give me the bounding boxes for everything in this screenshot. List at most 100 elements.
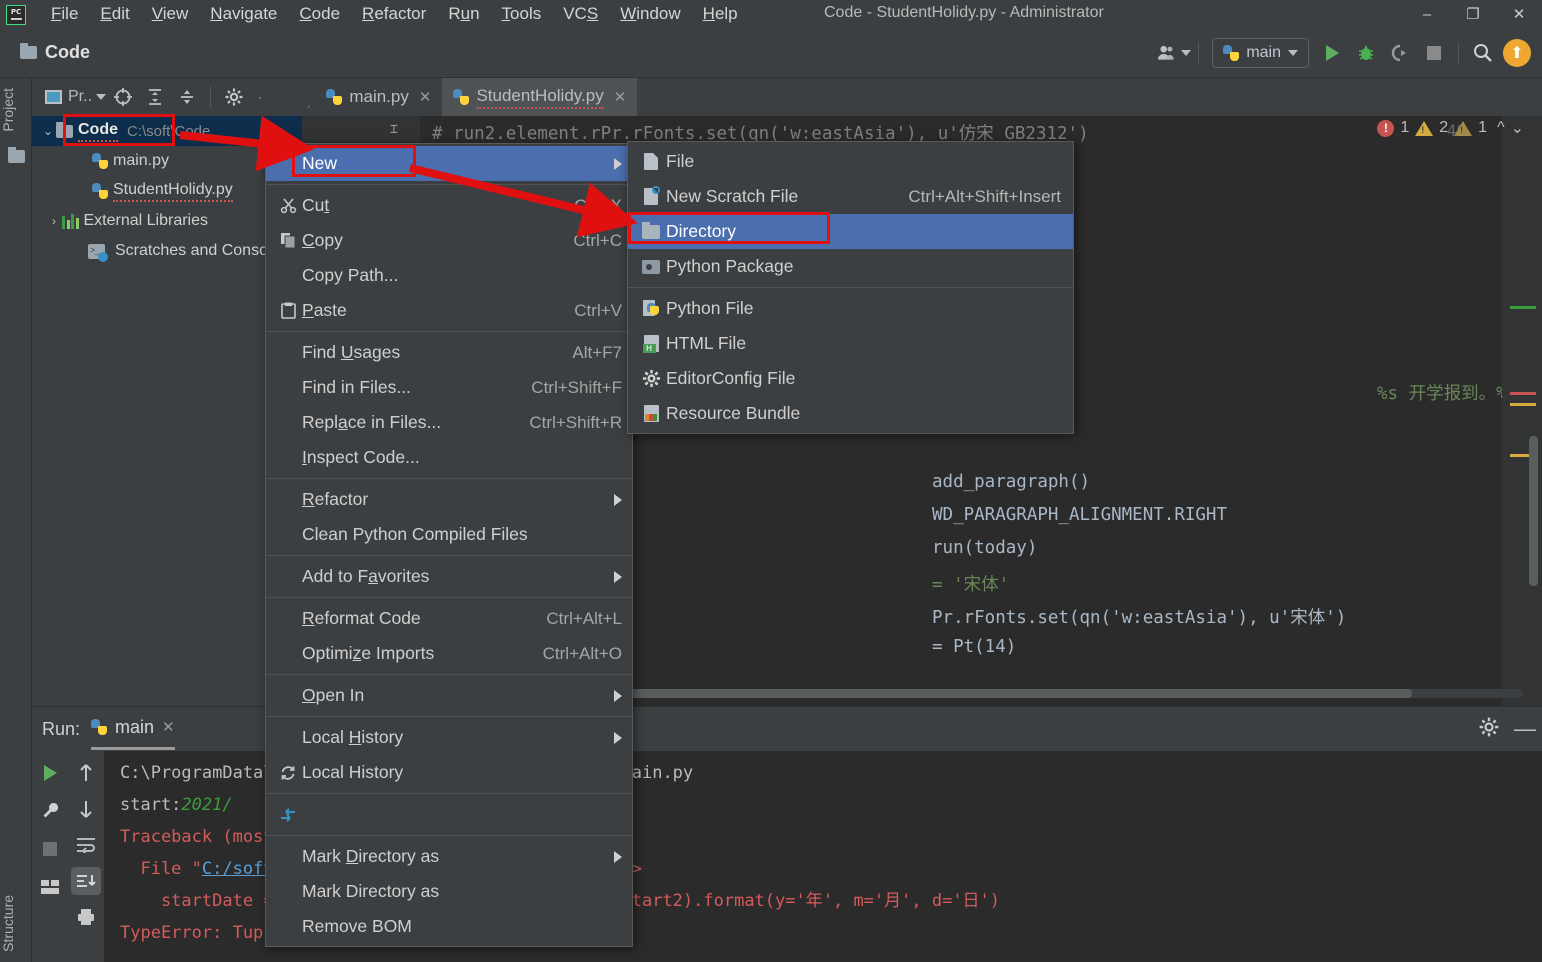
context-menu-item-paste[interactable]: Paste Ctrl+V xyxy=(266,293,632,328)
next-problem-icon[interactable]: ⌄ xyxy=(1511,118,1524,138)
menu-code[interactable]: Code xyxy=(288,2,351,26)
submenu-item-python-package[interactable]: Python Package xyxy=(628,249,1073,284)
context-menu-item-copy-path[interactable]: Copy Path... xyxy=(266,258,632,293)
tree-item-scratches-and-consoles[interactable]: >_ Scratches and Consoles xyxy=(32,236,302,266)
gear-icon[interactable] xyxy=(219,83,249,111)
chevron-right-icon[interactable]: › xyxy=(46,214,62,228)
submenu-label: Python Package xyxy=(666,256,794,276)
tool-window-project[interactable]: Project xyxy=(0,82,32,138)
close-icon[interactable]: ✕ xyxy=(419,88,432,106)
scratches-icon: >_ xyxy=(88,243,108,262)
menu-edit[interactable]: Edit xyxy=(89,2,140,26)
hide-panel-icon[interactable]: — xyxy=(1514,716,1536,742)
layout-icon[interactable] xyxy=(35,873,65,901)
arrow-up-icon[interactable] xyxy=(71,759,101,787)
soft-wrap-icon[interactable] xyxy=(71,831,101,859)
project-view-icon[interactable] xyxy=(38,83,68,111)
context-menu-item-cut[interactable]: Cut Ctrl+X xyxy=(266,188,632,223)
stop-icon[interactable] xyxy=(35,835,65,863)
run-button[interactable] xyxy=(1315,36,1349,70)
tree-item-code[interactable]: ⌄ Code C:\soft\Code xyxy=(32,116,302,146)
tab-main-py[interactable]: main.py ✕ xyxy=(315,78,442,116)
folder-icon xyxy=(20,43,37,59)
fold-marker-icon[interactable]: ⌶ xyxy=(390,122,398,137)
context-menu-label: Remove BOM xyxy=(302,916,412,936)
submenu-item-html-file[interactable]: HTML File xyxy=(628,326,1073,361)
submenu-item-new-scratch-file[interactable]: New Scratch File Ctrl+Alt+Shift+Insert xyxy=(628,179,1073,214)
close-icon[interactable]: ✕ xyxy=(162,718,175,736)
coverage-button[interactable] xyxy=(1383,36,1417,70)
editor-vertical-scrollbar[interactable] xyxy=(1529,436,1538,586)
stop-button[interactable] xyxy=(1417,36,1451,70)
submenu-item-directory[interactable]: Directory xyxy=(628,214,1073,249)
submenu-label: New Scratch File xyxy=(666,186,799,206)
run-configuration-selector[interactable]: main xyxy=(1212,38,1309,68)
context-menu-item-reload-from-disk[interactable]: Local History xyxy=(266,755,632,790)
submenu-arrow-icon xyxy=(614,850,622,863)
context-menu-item-find-in-files[interactable]: Find in Files... Ctrl+Shift+F xyxy=(266,370,632,405)
submenu-item-resource-bundle[interactable]: Resource Bundle xyxy=(628,396,1073,431)
submenu-item-python-file[interactable]: Python File xyxy=(628,291,1073,326)
context-menu-item-local-history[interactable]: Local History xyxy=(266,720,632,755)
people-icon[interactable] xyxy=(1157,36,1192,70)
scroll-from-source-icon[interactable] xyxy=(108,83,138,111)
expand-all-icon[interactable] xyxy=(140,83,170,111)
scroll-to-end-icon[interactable] xyxy=(71,867,101,895)
context-menu-item-find-usages[interactable]: Find Usages Alt+F7 xyxy=(266,335,632,370)
arrow-down-icon[interactable] xyxy=(71,795,101,823)
gear-icon[interactable] xyxy=(1478,716,1500,743)
update-button[interactable]: ⬆ xyxy=(1500,36,1534,70)
menu-help[interactable]: Help xyxy=(692,2,749,26)
debug-button[interactable] xyxy=(1349,36,1383,70)
submenu-item-editorconfig-file[interactable]: EditorConfig File xyxy=(628,361,1073,396)
minimize-button[interactable]: – xyxy=(1404,0,1450,28)
context-menu-item-add-to-favorites[interactable]: Add to Favorites xyxy=(266,559,632,594)
menu-run[interactable]: Run xyxy=(437,2,490,26)
prev-problem-icon[interactable]: ^ xyxy=(1497,119,1505,137)
inspection-strip[interactable] xyxy=(1502,116,1542,706)
menu-refactor[interactable]: Refactor xyxy=(351,2,437,26)
tree-item-external-libraries[interactable]: › External Libraries xyxy=(32,206,302,236)
menu-file[interactable]: File xyxy=(40,2,89,26)
submenu-item-file[interactable]: File xyxy=(628,144,1073,179)
maximize-button[interactable]: ❐ xyxy=(1450,0,1496,28)
menu-navigate[interactable]: Navigate xyxy=(199,2,288,26)
context-menu-item-add-bom[interactable]: Remove BOM xyxy=(266,909,632,944)
run-tab-main[interactable]: main ✕ xyxy=(91,717,175,750)
wrench-icon[interactable] xyxy=(35,797,65,825)
context-menu-item-inspect-code[interactable]: Inspect Code... xyxy=(266,440,632,475)
inspection-summary[interactable]: ! 1 ! 2 ! 1 ^ ⌄ xyxy=(1377,118,1524,138)
chevron-down-icon[interactable]: ⌄ xyxy=(40,124,56,138)
context-menu-item-remove-bom[interactable]: Mark Directory as xyxy=(266,874,632,909)
breadcrumb[interactable]: Code xyxy=(20,42,90,63)
run-panel-label: Run: xyxy=(42,718,81,739)
context-menu-item-new[interactable]: New xyxy=(266,146,632,181)
context-menu-item-optimize-imports[interactable]: Optimize Imports Ctrl+Alt+O xyxy=(266,636,632,671)
more-icon[interactable]: · xyxy=(257,87,263,108)
print-icon[interactable] xyxy=(71,903,101,931)
collapse-all-icon[interactable] xyxy=(172,83,202,111)
new-submenu[interactable]: File New Scratch File Ctrl+Alt+Shift+Ins… xyxy=(627,141,1074,434)
chevron-down-icon[interactable] xyxy=(96,94,107,100)
context-menu-item-copy[interactable]: Copy Ctrl+C xyxy=(266,223,632,258)
tree-item-main-py[interactable]: main.py xyxy=(32,146,302,176)
rerun-icon[interactable] xyxy=(35,759,65,787)
menu-view[interactable]: View xyxy=(141,2,200,26)
context-menu-item-clean-python-compiled-files[interactable]: Clean Python Compiled Files xyxy=(266,517,632,552)
context-menu[interactable]: New Cut Ctrl+X Copy Ctrl+C Copy Path... xyxy=(265,143,633,947)
context-menu-item-compare-with[interactable] xyxy=(266,797,632,832)
menu-tools[interactable]: Tools xyxy=(491,2,553,26)
context-menu-item-open-in[interactable]: Open In xyxy=(266,678,632,713)
context-menu-item-mark-directory-as[interactable]: Mark Directory as xyxy=(266,839,632,874)
tree-item-studentholidy-py[interactable]: StudentHolidy.py xyxy=(32,176,302,206)
tab-studentholidy-py[interactable]: StudentHolidy.py ✕ xyxy=(442,78,638,116)
context-menu-item-replace-in-files[interactable]: Replace in Files... Ctrl+Shift+R xyxy=(266,405,632,440)
menu-window[interactable]: Window xyxy=(609,2,691,26)
tool-window-structure[interactable]: Structure xyxy=(0,889,32,958)
context-menu-item-reformat-code[interactable]: Reformat Code Ctrl+Alt+L xyxy=(266,601,632,636)
close-button[interactable]: ✕ xyxy=(1496,0,1542,28)
context-menu-item-refactor[interactable]: Refactor xyxy=(266,482,632,517)
menu-vcs[interactable]: VCS xyxy=(552,2,609,26)
search-icon[interactable] xyxy=(1466,36,1500,70)
close-icon[interactable]: ✕ xyxy=(614,88,627,106)
